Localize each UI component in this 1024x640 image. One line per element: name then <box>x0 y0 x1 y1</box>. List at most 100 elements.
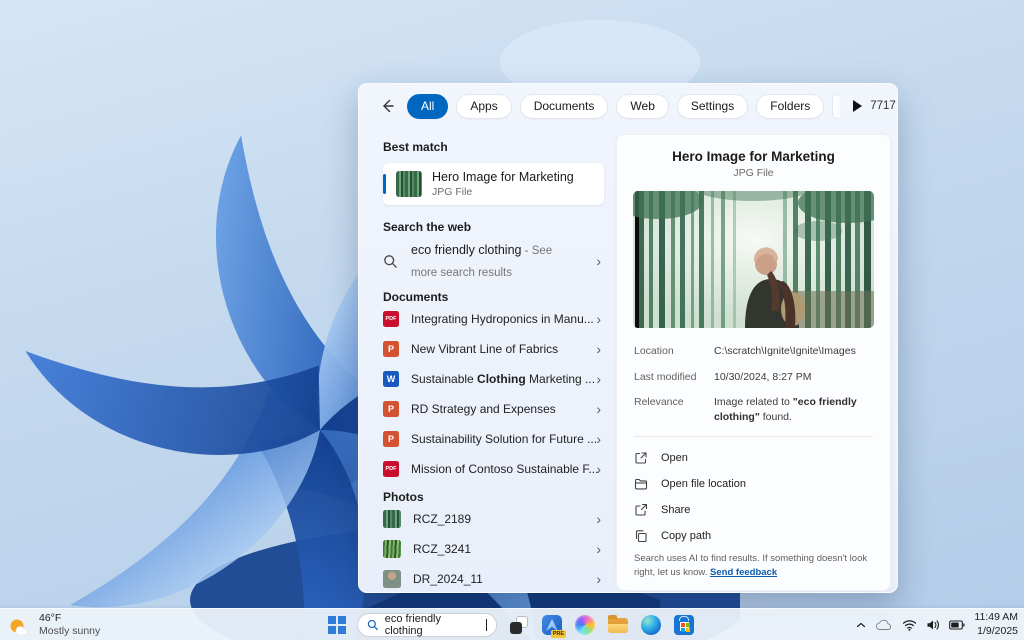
document-result-row[interactable]: P New Vibrant Line of Fabrics › <box>383 334 615 364</box>
document-result-row[interactable]: PDF Integrating Hydroponics in Manu... › <box>383 304 615 334</box>
chevron-right-icon[interactable]: › <box>596 342 601 356</box>
document-result-row[interactable]: P Sustainability Solution for Future ...… <box>383 424 615 454</box>
pdf-file-icon: PDF <box>383 311 399 327</box>
taskbar-center: eco friendly clothing PRE <box>328 609 695 640</box>
tab-all[interactable]: All <box>407 94 448 119</box>
wifi-tray-button[interactable] <box>902 619 917 631</box>
wifi-icon <box>902 619 917 631</box>
powerpoint-file-icon: P <box>383 401 399 417</box>
start-button[interactable] <box>328 616 346 634</box>
chevron-up-icon <box>855 619 867 631</box>
weather-icon <box>8 614 32 636</box>
taskbar-clock[interactable]: 11:49 AM 1/9/2025 <box>974 611 1018 638</box>
share-icon <box>634 503 648 517</box>
tab-apps[interactable]: Apps <box>456 94 511 119</box>
edge-icon <box>641 615 661 635</box>
best-match-item[interactable]: Hero Image for Marketing JPG File <box>383 163 604 205</box>
microsoft-store-button[interactable] <box>673 614 695 636</box>
action-open[interactable]: Open <box>617 445 890 471</box>
tab-photos-clipped[interactable]: P <box>832 94 843 119</box>
powerpoint-file-icon: P <box>383 431 399 447</box>
chevron-right-icon[interactable]: › <box>596 312 601 326</box>
document-result-row[interactable]: PDF Mission of Contoso Sustainable F... … <box>383 454 615 484</box>
photo-thumbnail <box>383 510 401 528</box>
chevron-right-icon[interactable]: › <box>596 462 601 476</box>
chevron-right-icon[interactable]: › <box>596 402 601 416</box>
results-panel: Best match Hero Image for Marketing JPG … <box>359 128 615 592</box>
documents-header: Documents <box>383 290 615 304</box>
preview-details: Location C:\scratch\Ignite\Ignite\Images… <box>634 344 873 425</box>
search-web-header: Search the web <box>383 220 615 234</box>
folder-icon <box>634 477 648 491</box>
search-window: All Apps Documents Web Settings Folders … <box>358 83 898 593</box>
tab-web[interactable]: Web <box>616 94 668 119</box>
onedrive-tray-button[interactable] <box>876 619 893 631</box>
taskbar-search-value: eco friendly clothing <box>385 613 480 637</box>
file-explorer-icon <box>608 618 628 633</box>
document-result-row[interactable]: W Sustainable Clothing Marketing ... › <box>383 364 615 394</box>
battery-icon <box>949 620 965 630</box>
tab-folders[interactable]: Folders <box>756 94 824 119</box>
detail-row-modified: Last modified 10/30/2024, 8:27 PM <box>634 370 873 385</box>
copilot-button[interactable] <box>574 614 596 636</box>
best-match-subtitle: JPG File <box>432 186 574 198</box>
edge-button[interactable] <box>640 614 662 636</box>
clock-date: 1/9/2025 <box>974 625 1018 639</box>
photo-result-row[interactable]: DR_2024_11 › <box>383 564 615 593</box>
chevron-right-icon[interactable]: › <box>596 254 601 268</box>
search-tab-bar: All Apps Documents Web Settings Folders … <box>359 84 897 128</box>
web-search-text: eco friendly clothing - See more search … <box>411 239 579 282</box>
preview-image[interactable] <box>633 191 874 328</box>
divider <box>634 436 873 437</box>
open-icon <box>634 451 648 465</box>
rewards-points: 7717 <box>870 100 896 112</box>
preview-subtitle: JPG File <box>617 167 890 179</box>
action-share[interactable]: Share <box>617 497 890 523</box>
chevron-right-icon[interactable]: › <box>596 432 601 446</box>
photo-result-row[interactable]: RCZ_3241 › <box>383 534 615 564</box>
text-cursor <box>486 619 487 631</box>
document-result-row[interactable]: P RD Strategy and Expenses › <box>383 394 615 424</box>
photo-thumbnail <box>383 540 401 558</box>
ai-disclaimer: Search uses AI to find results. If somet… <box>634 552 873 579</box>
clock-time: 11:49 AM <box>974 611 1018 625</box>
back-button[interactable] <box>379 96 395 116</box>
tray-expand-button[interactable] <box>855 619 867 631</box>
preview-pane: Hero Image for Marketing JPG File <box>616 134 891 591</box>
tab-settings[interactable]: Settings <box>677 94 748 119</box>
send-feedback-link[interactable]: Send feedback <box>710 567 777 578</box>
preview-badge: PRE <box>551 630 566 638</box>
tab-documents[interactable]: Documents <box>520 94 609 119</box>
taskbar: 46°F Mostly sunny eco friendly clothing … <box>0 608 1024 640</box>
battery-tray-button[interactable] <box>949 620 965 630</box>
preview-title: Hero Image for Marketing <box>617 149 890 164</box>
copy-icon <box>634 529 648 543</box>
action-open-file-location[interactable]: Open file location <box>617 471 890 497</box>
chevron-right-icon[interactable]: › <box>596 572 601 586</box>
search-icon <box>383 254 398 269</box>
dev-home-button[interactable]: PRE <box>541 614 563 636</box>
chevron-right-icon[interactable]: › <box>596 542 601 556</box>
system-tray: 11:49 AM 1/9/2025 <box>855 609 1018 640</box>
best-match-title: Hero Image for Marketing <box>432 170 574 184</box>
powerpoint-file-icon: P <box>383 341 399 357</box>
web-search-item[interactable]: eco friendly clothing - See more search … <box>383 239 615 283</box>
photos-header: Photos <box>383 490 615 504</box>
taskbar-weather-widget[interactable]: 46°F Mostly sunny <box>8 612 100 638</box>
file-explorer-button[interactable] <box>607 614 629 636</box>
back-arrow-icon <box>379 98 395 114</box>
copilot-icon <box>575 615 595 635</box>
chevron-right-icon[interactable]: › <box>596 512 601 526</box>
photo-thumbnail <box>383 570 401 588</box>
best-match-thumbnail <box>396 171 422 197</box>
chevron-right-icon[interactable]: › <box>596 372 601 386</box>
photo-result-row[interactable]: RCZ_2189 › <box>383 504 615 534</box>
taskbar-search-input[interactable]: eco friendly clothing <box>357 613 497 637</box>
best-match-header: Best match <box>383 140 615 154</box>
tabbar-right-group: 7717 L ⋯ <box>870 96 898 116</box>
action-copy-path[interactable]: Copy path <box>617 523 890 549</box>
tabs-scroll-next-icon[interactable] <box>853 100 862 112</box>
task-view-button[interactable] <box>508 614 530 636</box>
search-icon <box>367 619 379 631</box>
volume-tray-button[interactable] <box>926 619 940 631</box>
